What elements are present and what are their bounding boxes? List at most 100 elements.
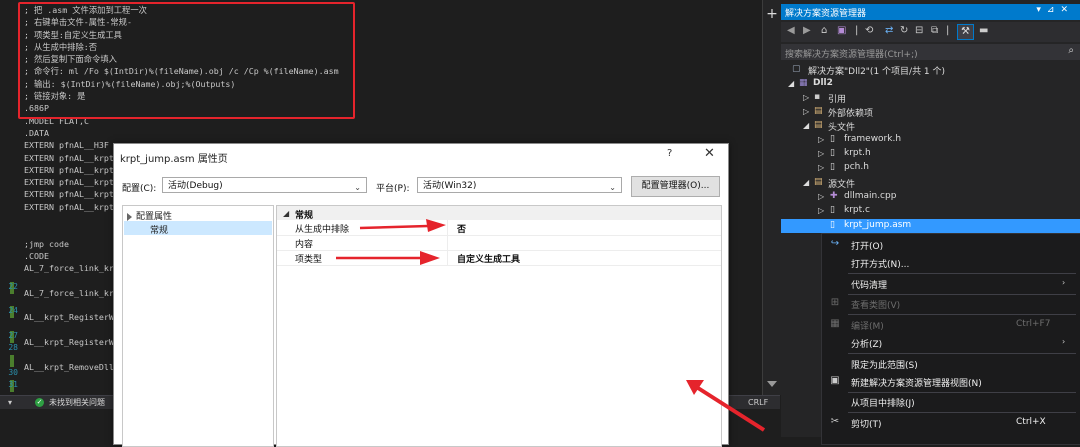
expanded-arrow-icon[interactable]: ◢ [803,178,809,187]
wrench-icon: ⚒ [961,26,970,37]
pin-icon[interactable]: ⊿ [1047,5,1061,15]
tree-item-file[interactable]: ▷ ▯ pch.h [781,161,1080,175]
property-row[interactable]: 内容 [277,235,721,251]
tree-item-file[interactable]: ▷ ▯ krpt.c [781,204,1080,218]
config-select[interactable]: 活动(Debug) ⌄ [162,177,367,193]
property-row[interactable]: 从生成中排除 否 [277,220,721,236]
menu-item-code-cleanup[interactable]: 代码清理 › [822,274,1080,293]
home-icon[interactable]: ⌂ [821,25,827,36]
property-value[interactable]: 否 [457,222,466,235]
property-name: 从生成中排除 [295,225,350,235]
header-file-icon: ▯ [830,162,835,172]
divider-icon: | [855,25,859,36]
tree-node-general[interactable]: 常规 [124,221,272,236]
menu-item-label: 分析(Z) [851,340,883,350]
menu-item-label: 限定为此范围(S) [851,361,918,371]
menu-item-view-class-diagram[interactable]: ⊞ 查看类图(V) [822,294,1080,313]
menu-item-exclude-from-project[interactable]: 从项目中排除(J) [822,392,1080,411]
collapsed-arrow-icon[interactable]: ▷ [818,135,824,144]
class-diagram-icon: ⊞ [830,297,840,308]
divider-icon: | [946,25,950,36]
help-button[interactable]: ? [667,148,672,159]
expand-arrow-icon[interactable] [127,212,132,221]
tree-item-label: 头文件 [828,123,856,133]
tree-item-references[interactable]: ▷ ▪ 引用 [781,91,1080,105]
platform-select[interactable]: 活动(Win32) ⌄ [417,177,622,193]
editor-vertical-scrollbar[interactable]: + [762,0,781,395]
property-tree: 配置属性 常规 [122,205,274,447]
properties-button[interactable]: ⚒ [957,24,974,40]
config-manager-button[interactable]: 配置管理器(O)... [631,176,720,197]
line-number: 22 [8,282,18,291]
back-icon[interactable]: ◀ [787,25,795,36]
plus-icon[interactable]: + [766,7,778,21]
tree-item-label: krpt.h [844,148,871,158]
expanded-arrow-icon[interactable]: ◢ [788,79,794,88]
menu-item-label: 代码清理 [851,281,888,291]
forward-icon[interactable]: ▶ [803,25,811,36]
menu-item-open[interactable]: ↪ 打开(O) [822,235,1080,254]
c-file-icon: ▯ [830,205,835,215]
collapsed-arrow-icon[interactable]: ▷ [818,206,824,215]
context-menu: ↪ 打开(O) 打开方式(N)... 代码清理 › ⊞ 查看类图(V) ▦ 编译… [821,233,1080,445]
sync-icon[interactable]: ⇄ [885,25,893,36]
collapsed-arrow-icon[interactable]: ▷ [803,93,809,102]
config-label: 配置(C): [122,184,157,194]
collapsed-arrow-icon[interactable]: ▷ [803,107,809,116]
chevron-down-icon[interactable]: ▾ [8,398,12,407]
menu-item-open-with[interactable]: 打开方式(N)... [822,253,1080,272]
collapse-all-icon[interactable]: ⊟ [915,25,923,36]
search-icon[interactable]: ⌕ [1068,45,1074,56]
property-name: 内容 [295,240,314,250]
collapsed-arrow-icon[interactable]: ▷ [818,163,824,172]
preview-icon[interactable]: ▬ [979,25,988,36]
menu-item-cut[interactable]: ✂ 剪切(T) Ctrl+X [822,413,1080,432]
property-value[interactable]: 自定义生成工具 [457,252,520,265]
property-row[interactable]: 项类型 自定义生成工具 [277,250,721,266]
menu-item-label: 剪切(T) [851,420,882,430]
expanded-arrow-icon[interactable]: ◢ [803,121,809,130]
scroll-down-icon[interactable] [767,381,777,387]
refresh-icon[interactable]: ↻ [900,25,908,36]
switch-views-icon[interactable]: ▣ [837,25,846,36]
annotation-highlight-box [18,2,355,119]
tree-item-file[interactable]: ▷ ▯ krpt.h [781,147,1080,161]
close-icon[interactable]: ✕ [1060,5,1074,15]
tree-item-file[interactable]: ▷ ✚ dllmain.cpp [781,190,1080,204]
tree-item-file[interactable]: ▷ ▯ framework.h [781,133,1080,147]
tree-item-external-deps[interactable]: ▷ ▤ 外部依赖项 [781,105,1080,119]
tree-item-solution[interactable]: ▢ 解决方案"Dll2"(1 个项目/共 1 个) [781,63,1080,77]
status-line-ending[interactable]: CRLF [748,397,768,408]
tree-item-source-folder[interactable]: ◢ ▤ 源文件 [781,176,1080,190]
collapsed-arrow-icon[interactable]: ▷ [818,192,824,201]
menu-item-compile[interactable]: ▦ 编译(M) Ctrl+F7 [822,315,1080,334]
pending-changes-icon[interactable]: ⟲ [865,25,873,36]
tree-item-file-selected[interactable]: ▯ krpt_jump.asm [781,219,1080,233]
property-pages-dialog: krpt_jump.asm 属性页 ? ✕ 配置(C): 活动(Debug) ⌄… [113,143,729,447]
panel-title: 解决方案资源管理器 [785,9,867,19]
menu-item-scope-to-this[interactable]: 限定为此范围(S) [822,354,1080,373]
panel-title-buttons[interactable]: ▾⊿✕ [1036,5,1074,15]
tree-item-header-folder[interactable]: ◢ ▤ 头文件 [781,119,1080,133]
collapse-arrow-icon[interactable]: ◢ [283,209,289,218]
status-message[interactable]: 未找到相关问题 [49,397,105,408]
menu-item-label: 查看类图(V) [851,301,901,311]
menu-item-label: 从项目中排除(J) [851,399,915,409]
show-all-files-icon[interactable]: ⧉ [931,25,938,36]
close-icon[interactable]: ✕ [704,146,715,161]
grid-column-divider[interactable] [447,220,448,266]
project-icon: ▦ [799,78,808,88]
property-grid: ◢ 常规 从生成中排除 否 内容 项类型 自定义生成工具 [276,205,722,447]
menu-item-analyze[interactable]: 分析(Z) › [822,333,1080,352]
grid-section-general[interactable]: ◢ 常规 [277,206,721,221]
line-number: 27 [8,331,18,340]
menu-item-new-explorer-view[interactable]: ▣ 新建解决方案资源管理器视图(N) [822,372,1080,391]
menu-item-label: 编译(M) [851,322,884,332]
tree-item-project[interactable]: ◢ ▦ Dll2 [781,77,1080,91]
solution-search-input[interactable]: 搜索解决方案资源管理器(Ctrl+;) ⌕ [781,44,1080,60]
collapsed-arrow-icon[interactable]: ▷ [818,149,824,158]
dialog-title: krpt_jump.asm 属性页 [120,154,228,165]
code-line[interactable]: .DATA [24,127,339,139]
references-icon: ▪ [814,92,821,102]
solution-explorer-toolbar: ◀ ▶ ⌂ ▣ | ⟲ ⇄ ↻ ⊟ ⧉ | ⚒ ▬ [781,22,1080,42]
